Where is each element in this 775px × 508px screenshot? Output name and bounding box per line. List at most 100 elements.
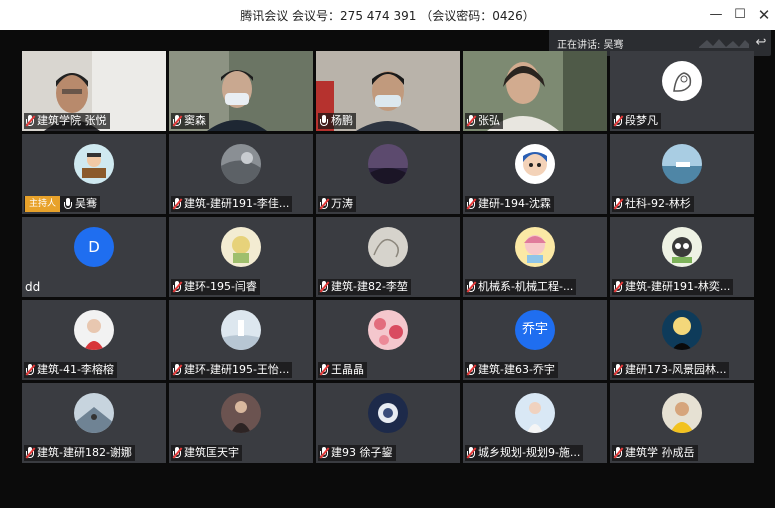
avatar	[368, 310, 408, 350]
participant-tile[interactable]: 乔宇 建筑-建63-乔宇	[463, 300, 607, 380]
participant-name-tag: 建筑学院 张悦	[24, 113, 110, 129]
participant-tile[interactable]: 机械系-机械工程-...	[463, 217, 607, 297]
participant-name-tag: dd	[24, 279, 43, 295]
mic-muted-icon	[319, 446, 330, 460]
maximize-icon[interactable]: ☐	[730, 5, 750, 25]
avatar	[662, 310, 702, 350]
participant-tile[interactable]: 建筑-建研182-谢娜	[22, 383, 166, 463]
avatar	[74, 310, 114, 350]
participant-name-tag: 建筑-建研191-李佳...	[171, 196, 293, 212]
window-title: 腾讯会议 会议号：275 474 391 （会议密码：0426）	[240, 9, 535, 23]
participant-name: 建筑匡天宇	[184, 446, 239, 459]
avatar	[74, 144, 114, 184]
mic-muted-icon	[25, 446, 36, 460]
participant-tile[interactable]: 建研173-风景园林...	[610, 300, 754, 380]
avatar	[368, 227, 408, 267]
participant-name: 窦森	[184, 114, 206, 127]
participant-tile[interactable]: 建筑-建研191-李佳...	[169, 134, 313, 214]
avatar	[662, 393, 702, 433]
avatar	[368, 393, 408, 433]
avatar	[221, 227, 261, 267]
avatar	[662, 227, 702, 267]
close-icon[interactable]: ✕	[754, 5, 774, 25]
participant-name: 建筑-建研191-李佳...	[184, 197, 290, 210]
participant-tile[interactable]: 王晶晶	[316, 300, 460, 380]
avatar	[515, 393, 555, 433]
mic-muted-icon	[466, 280, 477, 294]
mic-muted-icon	[172, 363, 183, 377]
participant-name-tag: 建筑-建82-李堃	[318, 279, 411, 295]
mic-icon	[63, 197, 73, 211]
participant-name-tag: 建环-建研195-王怡...	[171, 362, 293, 378]
participant-name-tag: 建研-194-沈霖	[465, 196, 554, 212]
participant-tile[interactable]: 建筑-41-李榕榕	[22, 300, 166, 380]
participant-name-tag: 建研173-风景园林...	[612, 362, 730, 378]
participant-tile[interactable]: 建环-195-闫睿	[169, 217, 313, 297]
minimize-icon[interactable]: —	[706, 5, 726, 25]
participant-name: 建筑-建研182-谢娜	[37, 446, 132, 459]
participant-name: 杨鹏	[331, 114, 353, 127]
participant-name: 万涛	[331, 197, 353, 210]
participant-name: 吴骞	[75, 197, 98, 210]
participant-tile[interactable]: 建研-194-沈霖	[463, 134, 607, 214]
participant-name-tag: 窦森	[171, 113, 209, 129]
participant-name-tag: 建筑匡天宇	[171, 445, 242, 461]
participant-name: 建研-194-沈霖	[478, 197, 551, 210]
avatar	[368, 144, 408, 184]
mic-muted-icon	[319, 197, 330, 211]
avatar	[662, 61, 702, 101]
mic-muted-icon	[319, 280, 330, 294]
participant-tile[interactable]: 张弘	[463, 51, 607, 131]
avatar	[74, 393, 114, 433]
mic-muted-icon	[172, 446, 183, 460]
participant-tile[interactable]: 社科-92-林杉	[610, 134, 754, 214]
participant-name: 王晶晶	[331, 363, 364, 376]
participant-name-tag: 机械系-机械工程-...	[465, 279, 577, 295]
participant-tile[interactable]: D dd	[22, 217, 166, 297]
participant-name: 社科-92-林杉	[625, 197, 691, 210]
participant-tile[interactable]: 主持人 吴骞	[22, 134, 166, 214]
title-bar: 腾讯会议 会议号：275 474 391 （会议密码：0426） — ☐ ✕	[0, 0, 775, 30]
avatar: D	[74, 227, 114, 267]
participant-tile[interactable]: 建筑匡天宇	[169, 383, 313, 463]
mic-muted-icon	[613, 114, 624, 128]
participant-name: 张弘	[478, 114, 500, 127]
participant-tile[interactable]: 杨鹏	[316, 51, 460, 131]
participant-tile[interactable]: 窦森	[169, 51, 313, 131]
participant-name-tag: 建筑-建63-乔宇	[465, 362, 558, 378]
participant-name: 建93 徐子鋆	[331, 446, 393, 459]
participant-name-tag: 杨鹏	[318, 113, 356, 129]
voice-wave-icon	[699, 39, 749, 48]
mic-muted-icon	[466, 197, 477, 211]
participant-tile[interactable]: 建筑-建82-李堃	[316, 217, 460, 297]
participant-name: 建研173-风景园林...	[625, 363, 727, 376]
mic-muted-icon	[613, 363, 624, 377]
participant-name: 建筑-建82-李堃	[331, 280, 408, 293]
participant-name: 建环-建研195-王怡...	[184, 363, 290, 376]
mic-muted-icon	[466, 446, 477, 460]
participant-name: 机械系-机械工程-...	[478, 280, 574, 293]
mic-muted-icon	[25, 363, 36, 377]
participant-tile[interactable]: 建筑-建研191-林奕...	[610, 217, 754, 297]
participant-tile[interactable]: 建环-建研195-王怡...	[169, 300, 313, 380]
avatar	[515, 227, 555, 267]
participant-name-tag: 主持人 吴骞	[24, 196, 101, 212]
participant-tile[interactable]: 建筑学院 张悦	[22, 51, 166, 131]
mic-muted-icon	[25, 114, 36, 128]
speaking-label: 正在讲话: 吴骞	[557, 40, 624, 51]
participant-tile[interactable]: 城乡规划-规划9-施...	[463, 383, 607, 463]
participant-tile[interactable]: 建筑学 孙成岳	[610, 383, 754, 463]
participant-name-tag: 张弘	[465, 113, 503, 129]
participant-name: 建筑学 孙成岳	[625, 446, 695, 459]
participant-name-tag: 万涛	[318, 196, 356, 212]
participant-name-tag: 建筑-建研182-谢娜	[24, 445, 135, 461]
mic-muted-icon	[172, 197, 183, 211]
return-icon[interactable]: ↩	[753, 35, 769, 51]
participant-tile[interactable]: 段梦凡	[610, 51, 754, 131]
participant-tile[interactable]: 建93 徐子鋆	[316, 383, 460, 463]
participant-name-tag: 王晶晶	[318, 362, 367, 378]
participant-name: 建筑-41-李榕榕	[37, 363, 114, 376]
avatar: 乔宇	[515, 310, 555, 350]
mic-muted-icon	[172, 280, 183, 294]
participant-tile[interactable]: 万涛	[316, 134, 460, 214]
